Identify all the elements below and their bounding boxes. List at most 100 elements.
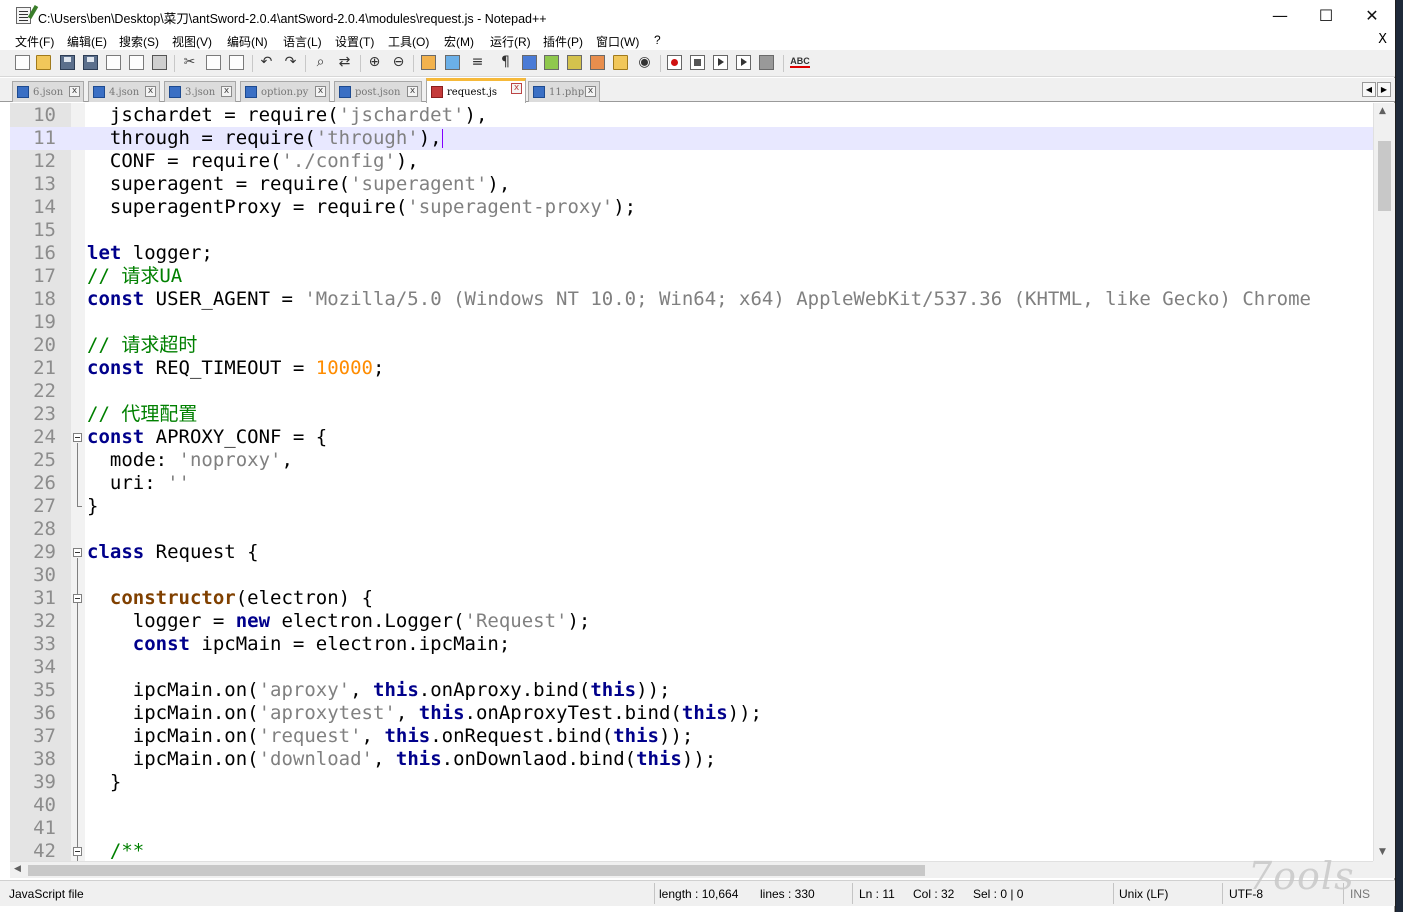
- word-wrap-icon[interactable]: ≡: [470, 55, 485, 70]
- zoom-in-icon[interactable]: ⊕: [367, 55, 382, 70]
- run-macro-multiple-icon[interactable]: [736, 55, 751, 70]
- open-file-icon[interactable]: [36, 55, 51, 70]
- menu-item-4[interactable]: 编码(N): [227, 33, 268, 50]
- zoom-out-icon[interactable]: ⊖: [391, 55, 406, 70]
- menu-item-8[interactable]: 宏(M): [444, 33, 474, 50]
- code-line[interactable]: 38 ipcMain.on('download', this.onDownlao…: [10, 748, 1373, 771]
- vertical-scrollbar[interactable]: ▲ ▼: [1373, 103, 1395, 861]
- replace-icon[interactable]: ⇄: [337, 55, 352, 70]
- minimize-button[interactable]: —: [1257, 0, 1303, 31]
- menu-item-5[interactable]: 语言(L): [283, 33, 322, 50]
- code-line[interactable]: 10 jschardet = require('jschardet'),: [10, 104, 1373, 127]
- udl-icon[interactable]: [544, 55, 559, 70]
- scroll-up-icon[interactable]: ▲: [1379, 106, 1386, 116]
- code-area[interactable]: 10 jschardet = require('jschardet'), 11 t…: [10, 103, 1373, 861]
- code-line[interactable]: 19: [10, 311, 1373, 334]
- code-line[interactable]: 25 mode: 'noproxy',: [10, 449, 1373, 472]
- tab-close-icon[interactable]: x: [315, 86, 326, 97]
- code-line[interactable]: 12 CONF = require('./config'),: [10, 150, 1373, 173]
- code-line[interactable]: 23 // 代理配置: [10, 403, 1373, 426]
- sync-vertical-icon[interactable]: [421, 55, 436, 70]
- menu-item-10[interactable]: 插件(P): [543, 33, 583, 50]
- close-all-icon[interactable]: [129, 55, 144, 70]
- undo-icon[interactable]: ↶: [259, 55, 274, 70]
- tab-close-icon[interactable]: x: [407, 86, 418, 97]
- menu-item-11[interactable]: 窗口(W): [596, 33, 639, 50]
- redo-icon[interactable]: ↷: [283, 55, 298, 70]
- menu-item-9[interactable]: 运行(R): [490, 33, 531, 50]
- fold-toggle-icon[interactable]: [73, 847, 82, 856]
- code-line[interactable]: 22: [10, 380, 1373, 403]
- code-line[interactable]: 15: [10, 219, 1373, 242]
- code-line[interactable]: 32 logger = new electron.Logger('Request…: [10, 610, 1373, 633]
- scroll-left-icon[interactable]: ◀: [14, 864, 21, 874]
- tab-3-json[interactable]: 3.json x: [164, 81, 236, 102]
- close-icon[interactable]: [106, 55, 121, 70]
- tab-close-icon[interactable]: x: [69, 86, 80, 97]
- tab-6-json[interactable]: 6.json x: [12, 81, 84, 102]
- code-line[interactable]: 27}: [10, 495, 1373, 518]
- code-line[interactable]: 29 class Request {: [10, 541, 1373, 564]
- save-all-icon[interactable]: [83, 55, 98, 70]
- code-line[interactable]: 34: [10, 656, 1373, 679]
- code-line[interactable]: 28: [10, 518, 1373, 541]
- save-icon[interactable]: [60, 55, 75, 70]
- doc-map-icon[interactable]: [567, 55, 582, 70]
- tab-close-icon[interactable]: x: [221, 86, 232, 97]
- code-line[interactable]: 17 // 请求UA: [10, 265, 1373, 288]
- code-editor[interactable]: 10 jschardet = require('jschardet'), 11 t…: [10, 103, 1395, 861]
- fold-toggle-icon[interactable]: [73, 594, 82, 603]
- tab-close-icon[interactable]: x: [511, 83, 522, 94]
- tab-request-js[interactable]: request.js x: [426, 78, 526, 103]
- menu-item-12[interactable]: ?: [654, 33, 661, 47]
- code-line[interactable]: 24 const APROXY_CONF = {: [10, 426, 1373, 449]
- tab-scroll-left-icon[interactable]: ◀: [1362, 82, 1376, 97]
- code-line[interactable]: 20 // 请求超时: [10, 334, 1373, 357]
- tab-4-json[interactable]: 4.json x: [88, 81, 160, 102]
- stop-macro-icon[interactable]: [690, 55, 705, 70]
- menu-item-7[interactable]: 工具(O): [388, 33, 429, 50]
- record-macro-icon[interactable]: [667, 55, 682, 70]
- code-line[interactable]: 35 ipcMain.on('aproxy', this.onAproxy.bi…: [10, 679, 1373, 702]
- indent-guide-icon[interactable]: [522, 55, 537, 70]
- play-macro-icon[interactable]: [713, 55, 728, 70]
- spellcheck-icon[interactable]: ABC: [790, 56, 810, 68]
- code-line[interactable]: 21 const REQ_TIMEOUT = 10000;: [10, 357, 1373, 380]
- code-line[interactable]: 14 superagentProxy = require('superagent…: [10, 196, 1373, 219]
- menu-item-6[interactable]: 设置(T): [335, 33, 374, 50]
- menu-item-1[interactable]: 编辑(E): [67, 33, 107, 50]
- status-eol[interactable]: Unix (LF): [1119, 887, 1168, 901]
- code-line[interactable]: 40: [10, 794, 1373, 817]
- fold-toggle-icon[interactable]: [73, 433, 82, 442]
- tab-post-json[interactable]: post.json x: [334, 81, 422, 102]
- close-document-icon[interactable]: X: [1378, 32, 1387, 47]
- print-icon[interactable]: [152, 55, 167, 70]
- code-line[interactable]: 36 ipcMain.on('aproxytest', this.onAprox…: [10, 702, 1373, 725]
- new-file-icon[interactable]: [15, 55, 30, 70]
- code-line[interactable]: 41: [10, 817, 1373, 840]
- code-line[interactable]: 37 ipcMain.on('request', this.onRequest.…: [10, 725, 1373, 748]
- code-line[interactable]: 16 let logger;: [10, 242, 1373, 265]
- vertical-scroll-thumb[interactable]: [1378, 141, 1391, 211]
- paste-icon[interactable]: [229, 55, 244, 70]
- code-line[interactable]: 13 superagent = require('superagent'),: [10, 173, 1373, 196]
- close-button[interactable]: ✕: [1349, 0, 1395, 31]
- tab-option-py[interactable]: option.py x: [240, 81, 330, 102]
- code-line[interactable]: 18 const USER_AGENT = 'Mozilla/5.0 (Windo…: [10, 288, 1373, 311]
- tab-close-icon[interactable]: x: [585, 86, 596, 97]
- code-line[interactable]: 39 }: [10, 771, 1373, 794]
- menu-item-2[interactable]: 搜索(S): [119, 33, 159, 50]
- copy-icon[interactable]: [206, 55, 221, 70]
- menu-item-3[interactable]: 视图(V): [172, 33, 212, 50]
- function-list-icon[interactable]: [590, 55, 605, 70]
- save-macro-icon[interactable]: [759, 55, 774, 70]
- cut-icon[interactable]: ✂: [182, 55, 197, 70]
- menu-item-0[interactable]: 文件(F): [15, 33, 54, 50]
- tab-close-icon[interactable]: x: [145, 86, 156, 97]
- code-line[interactable]: 33 const ipcMain = electron.ipcMain;: [10, 633, 1373, 656]
- code-line[interactable]: 31 constructor(electron) {: [10, 587, 1373, 610]
- find-icon[interactable]: ⌕: [313, 55, 328, 70]
- code-line[interactable]: 30: [10, 564, 1373, 587]
- code-line[interactable]: 26 uri: '': [10, 472, 1373, 495]
- monitoring-icon[interactable]: ◉: [637, 55, 652, 70]
